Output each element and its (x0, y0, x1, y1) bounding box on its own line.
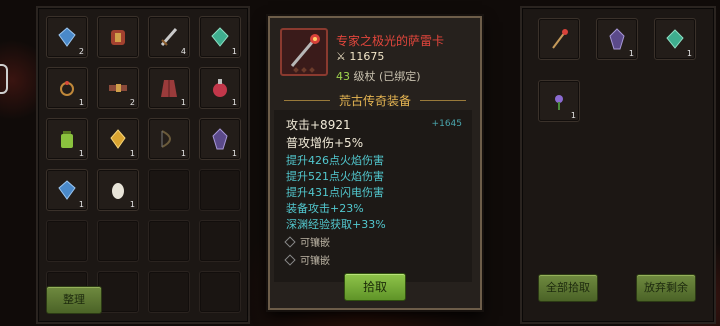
item-level: 43 (336, 70, 350, 83)
loot-panel: 1 1 1 全部拾取 放弃剩余 (520, 6, 716, 324)
crystal-purple-icon (609, 28, 625, 50)
item-slot[interactable]: 1 (46, 169, 88, 211)
item-count: 1 (129, 149, 135, 158)
jar-green-icon (61, 131, 73, 148)
bag-panel: 2 4 1 1 2 1 1 1 1 1 1 1 1 整理 (36, 6, 250, 324)
stats-list: 攻击+8921 +1645 普攻增伤+5% 提升426点火焰伤害 提升521点火… (274, 110, 472, 282)
item-slot[interactable]: 1 (46, 118, 88, 160)
item-count: 1 (180, 149, 186, 158)
item-count: 2 (129, 98, 135, 107)
socket-label: 可镶嵌 (300, 238, 330, 249)
item-slot[interactable] (97, 16, 139, 58)
item-count: 1 (78, 200, 84, 209)
item-count: 1 (180, 98, 186, 107)
item-count: 1 (628, 49, 634, 58)
item-count: 2 (78, 47, 84, 56)
item-count: 1 (129, 200, 135, 209)
item-count: 1 (78, 98, 84, 107)
egg-icon (112, 183, 124, 199)
item-slot[interactable]: 1 (596, 18, 638, 60)
robe-icon (161, 80, 177, 97)
empty-slot[interactable] (148, 271, 190, 313)
gem-green-icon (666, 29, 684, 49)
crystal-purple-icon (212, 128, 228, 150)
bonus-stat: 提升521点火焰伤害 (286, 170, 384, 183)
bonus-stat: 深渊经验获取+33% (286, 218, 386, 231)
ring-icon (60, 81, 74, 96)
gem-blue-icon (58, 27, 76, 47)
sort-button[interactable]: 整理 (46, 286, 102, 314)
potion-red-icon (213, 79, 227, 97)
empty-slot[interactable] (148, 169, 190, 211)
item-slot[interactable]: 1 (46, 67, 88, 109)
level-row: 43 级杖 (已绑定) (336, 68, 421, 84)
bonus-stat: 提升426点火焰伤害 (286, 154, 384, 167)
gem-green-icon (211, 27, 229, 47)
item-slot[interactable]: 4 (148, 16, 190, 58)
bow-icon (161, 130, 171, 148)
item-count: 1 (231, 47, 237, 56)
second-stat: 普攻增伤+5% (286, 136, 364, 150)
item-icon-frame (280, 28, 328, 76)
flower-icon (555, 95, 563, 110)
empty-slot[interactable] (46, 220, 88, 262)
item-count: 1 (231, 149, 237, 158)
socket-label: 可镶嵌 (300, 256, 330, 267)
gem-gold-icon (110, 129, 126, 149)
pickup-all-button[interactable]: 全部拾取 (538, 274, 598, 302)
empty-slot[interactable] (199, 271, 241, 313)
bonus-stat: 装备攻击+23% (286, 202, 364, 215)
staff-icon (290, 34, 320, 73)
item-name: 专家之极光的萨雷卡 (336, 34, 445, 48)
item-slot[interactable]: 2 (97, 67, 139, 109)
item-slot[interactable]: 1 (538, 80, 580, 122)
sword-icon (160, 28, 178, 46)
item-slot[interactable]: 1 (199, 67, 241, 109)
item-count: 1 (231, 98, 237, 107)
item-count: 1 (570, 111, 576, 120)
item-slot[interactable]: 1 (148, 67, 190, 109)
bound-status: (已绑定) (379, 70, 421, 83)
item-slot[interactable]: 1 (654, 18, 696, 60)
item-count: 1 (78, 149, 84, 158)
item-slot[interactable]: 1 (97, 118, 139, 160)
discard-rest-button[interactable]: 放弃剩余 (636, 274, 696, 302)
pickup-button[interactable]: 拾取 (344, 273, 406, 301)
empty-slot[interactable] (199, 220, 241, 262)
section-divider-right (420, 100, 466, 101)
item-tooltip: 专家之极光的萨雷卡 ⚔ 11675 43 级杖 (已绑定) 荒古传奇装备 攻击+… (268, 16, 482, 310)
empty-slot[interactable] (199, 169, 241, 211)
item-slot[interactable]: 1 (199, 16, 241, 58)
main-stat: 攻击+8921 (286, 118, 351, 132)
item-slot[interactable]: 1 (199, 118, 241, 160)
item-slot[interactable] (538, 18, 580, 60)
side-tab[interactable] (0, 64, 8, 94)
socket-diamond-icon (284, 254, 296, 266)
main-stat-bonus: +1645 (431, 119, 462, 129)
socket-diamond-icon (284, 236, 296, 248)
item-type: 级杖 (353, 70, 376, 83)
item-slot[interactable]: 1 (97, 169, 139, 211)
power-row: ⚔ 11675 (336, 50, 384, 63)
bonus-stat: 提升431点闪电伤害 (286, 186, 384, 199)
staff-icon (552, 29, 568, 49)
item-count: 4 (180, 47, 186, 56)
swords-icon: ⚔ (336, 50, 346, 63)
armor-red-icon (111, 30, 125, 45)
power-value: 11675 (349, 50, 385, 63)
socket-slot: 可镶嵌 (284, 234, 330, 249)
item-count: 1 (686, 49, 692, 58)
gem-blue-icon (58, 180, 76, 200)
empty-slot[interactable] (148, 220, 190, 262)
socket-slot: 可镶嵌 (284, 252, 330, 267)
empty-slot[interactable] (97, 220, 139, 262)
belt-icon (109, 84, 127, 92)
item-slot[interactable]: 2 (46, 16, 88, 58)
empty-slot[interactable] (97, 271, 139, 313)
item-slot[interactable]: 1 (148, 118, 190, 160)
